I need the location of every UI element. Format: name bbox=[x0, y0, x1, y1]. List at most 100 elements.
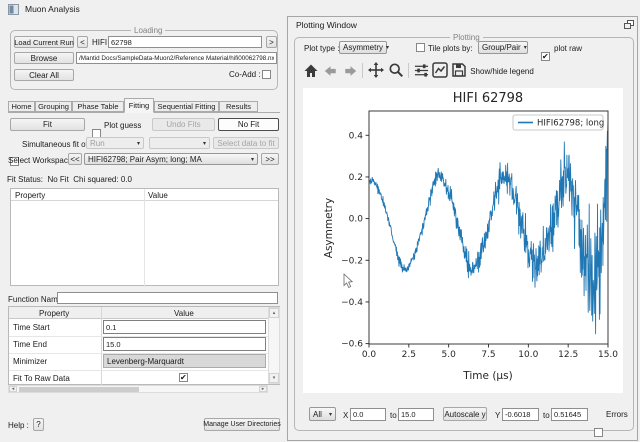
svg-text:5.0: 5.0 bbox=[442, 350, 457, 360]
next-run-button[interactable]: > bbox=[266, 36, 277, 48]
y-range-label: Y bbox=[495, 411, 500, 420]
undo-fits-button[interactable]: Undo Fits bbox=[152, 118, 215, 131]
fit-button[interactable]: Fit bbox=[10, 118, 85, 131]
fit-to-raw-data-checkbox[interactable] bbox=[179, 373, 188, 382]
svg-text:0.4: 0.4 bbox=[349, 131, 364, 141]
plotting-window: Plotting Window Plotting Plot type : Asy… bbox=[287, 16, 638, 441]
window-title: Muon Analysis bbox=[25, 4, 80, 14]
file-path-field[interactable] bbox=[76, 52, 277, 64]
svg-text:7.5: 7.5 bbox=[481, 350, 495, 360]
chevron-down-icon: ▾ bbox=[326, 411, 332, 418]
select-data-to-fit-button[interactable]: Select data to fit bbox=[213, 137, 279, 149]
no-fit-button[interactable]: No Fit bbox=[218, 118, 279, 131]
browse-button[interactable]: Browse bbox=[14, 52, 74, 64]
svg-text:−0.4: −0.4 bbox=[341, 298, 363, 308]
plotting-window-title: Plotting Window bbox=[296, 20, 357, 30]
time-end-input[interactable] bbox=[103, 337, 266, 351]
plot-figure[interactable]: 0.02.55.07.510.012.515.00.40.20.0−0.2−0.… bbox=[303, 88, 623, 393]
coadd-checkbox[interactable] bbox=[262, 70, 271, 79]
scroll-down-icon[interactable]: ▾ bbox=[269, 373, 279, 383]
hscroll-thumb[interactable] bbox=[19, 387, 139, 392]
scroll-up-icon[interactable]: ▴ bbox=[269, 308, 279, 318]
manage-user-directories-button[interactable]: Manage User Directories bbox=[204, 418, 280, 431]
errors-label: Errors bbox=[606, 410, 628, 419]
settings-vscrollbar[interactable]: ▴ ▾ bbox=[268, 307, 280, 384]
clear-all-button[interactable]: Clear All bbox=[14, 69, 74, 81]
errors-checkbox[interactable] bbox=[594, 428, 603, 437]
scroll-right-icon[interactable]: ▸ bbox=[259, 386, 267, 392]
simultaneous-value-dropdown[interactable]: ▾ bbox=[149, 137, 210, 149]
autoscale-y-button[interactable]: Autoscale y bbox=[443, 407, 487, 421]
svg-text:−0.6: −0.6 bbox=[341, 340, 363, 350]
plot-selector-dropdown[interactable]: All▾ bbox=[309, 407, 336, 421]
tab-grouping[interactable]: Grouping bbox=[35, 101, 72, 112]
tab-fitting[interactable]: Fitting bbox=[124, 98, 154, 113]
show-hide-legend-button[interactable]: Show/hide legend bbox=[470, 65, 534, 77]
svg-text:12.5: 12.5 bbox=[558, 350, 578, 360]
x-axis-label: Time (μs) bbox=[462, 370, 512, 382]
minimizer-select[interactable]: Levenberg-Marquardt bbox=[103, 354, 266, 368]
to-label: to bbox=[543, 411, 550, 420]
plot-type-dropdown[interactable]: Asymmetry▾ bbox=[339, 41, 387, 54]
setting-row-property: Minimizer bbox=[13, 357, 47, 366]
subplots-config-icon[interactable] bbox=[414, 63, 429, 78]
function-browser-table[interactable]: Property Value bbox=[10, 188, 279, 286]
help-button[interactable]: ? bbox=[33, 418, 44, 431]
plot-raw-label: plot raw bbox=[554, 44, 582, 53]
y-axis-label: Asymmetry bbox=[323, 198, 335, 258]
tab-home[interactable]: Home bbox=[8, 101, 35, 112]
zoom-icon[interactable] bbox=[388, 62, 404, 78]
tile-plots-checkbox[interactable] bbox=[416, 43, 425, 52]
instrument-label: HIFI bbox=[92, 38, 107, 47]
function-value-header: Value bbox=[148, 191, 168, 200]
tab-phase-table[interactable]: Phase Table bbox=[72, 101, 124, 112]
select-workspace-label: Select Workspace bbox=[8, 156, 72, 165]
function-name-label: Function Name bbox=[8, 295, 62, 304]
time-start-input[interactable] bbox=[103, 320, 266, 334]
function-name-input[interactable] bbox=[57, 292, 278, 304]
workspace-next-button[interactable]: >> bbox=[261, 153, 279, 165]
svg-text:10.0: 10.0 bbox=[518, 350, 538, 360]
svg-text:0.0: 0.0 bbox=[349, 215, 364, 225]
chevron-down-icon: ▾ bbox=[134, 140, 140, 147]
plot-type-label: Plot type : bbox=[304, 44, 340, 53]
settings-value-header: Value bbox=[174, 309, 194, 318]
function-property-header: Property bbox=[15, 191, 45, 200]
pan-icon[interactable] bbox=[368, 62, 384, 78]
workspace-dropdown[interactable]: HIFI62798; Pair Asym; long; MA▾ bbox=[84, 153, 258, 165]
coadd-label: Co-Add : bbox=[229, 70, 261, 79]
previous-run-button[interactable]: < bbox=[77, 36, 88, 48]
setting-row-property: Fit To Raw Data bbox=[13, 374, 70, 383]
back-icon[interactable] bbox=[323, 64, 338, 78]
float-window-icon[interactable] bbox=[624, 20, 634, 29]
svg-text:2.5: 2.5 bbox=[402, 350, 416, 360]
svg-text:0.2: 0.2 bbox=[349, 173, 363, 183]
tab-sequential-fitting[interactable]: Sequential Fitting bbox=[154, 101, 219, 112]
fit-status-text: Fit Status: No Fit Chi squared: 0.0 bbox=[7, 175, 132, 184]
x-min-input[interactable] bbox=[350, 408, 386, 421]
settings-hscrollbar[interactable]: ◂ ▸ bbox=[8, 385, 268, 393]
home-icon[interactable] bbox=[303, 63, 319, 79]
tab-results[interactable]: Results bbox=[219, 101, 258, 112]
simultaneous-run-dropdown[interactable]: Run▾ bbox=[86, 137, 144, 149]
plot-legend[interactable]: HIFI62798; long bbox=[513, 115, 604, 130]
svg-text:15.0: 15.0 bbox=[598, 350, 618, 360]
plot-raw-checkbox[interactable] bbox=[541, 52, 550, 61]
svg-text:0.0: 0.0 bbox=[362, 350, 377, 360]
y-max-input[interactable] bbox=[551, 408, 588, 421]
plot-title: HIFI 62798 bbox=[453, 91, 523, 106]
y-min-input[interactable] bbox=[502, 408, 539, 421]
save-icon[interactable] bbox=[451, 62, 467, 78]
tile-by-dropdown[interactable]: Group/Pair▾ bbox=[478, 41, 528, 54]
scroll-left-icon[interactable]: ◂ bbox=[9, 386, 17, 392]
forward-icon[interactable] bbox=[343, 64, 358, 78]
x-max-input[interactable] bbox=[398, 408, 434, 421]
tile-plots-label: Tile plots by: bbox=[428, 44, 473, 53]
chevron-down-icon: ▾ bbox=[521, 44, 527, 51]
workspace-prev-button[interactable]: << bbox=[68, 153, 82, 165]
run-number-input[interactable] bbox=[108, 36, 262, 48]
legend-label: HIFI62798; long bbox=[537, 119, 604, 129]
customize-plot-icon[interactable] bbox=[432, 62, 448, 78]
load-current-run-button[interactable]: Load Current Run bbox=[14, 36, 74, 48]
loading-group-label: Loading bbox=[131, 26, 165, 35]
